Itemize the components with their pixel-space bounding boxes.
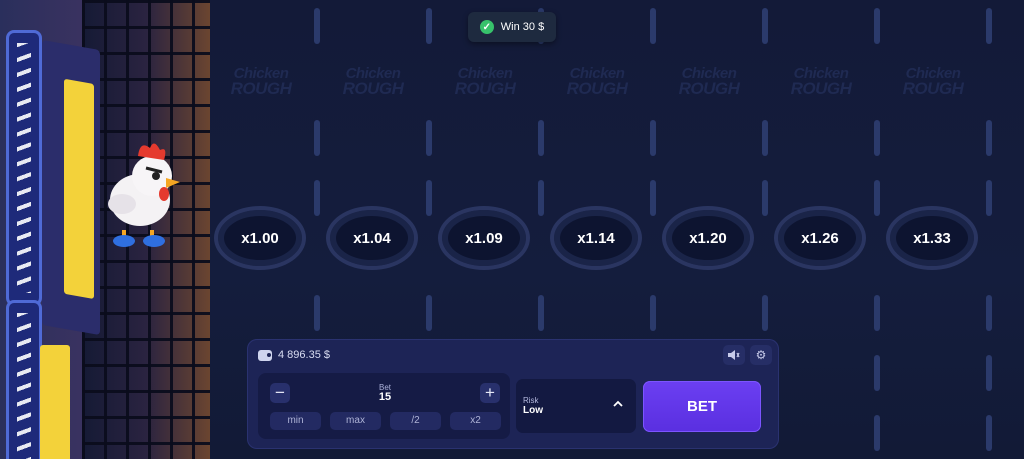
sound-icon: [728, 350, 740, 360]
neon-sign-icon: [6, 30, 42, 306]
manhole-step[interactable]: x1.00: [214, 206, 306, 270]
logo-line-2: ROUGH: [566, 79, 628, 98]
chevron-up-icon[interactable]: [613, 399, 623, 409]
multiplier-label: x1.33: [913, 229, 951, 247]
manhole-step[interactable]: x1.20: [662, 206, 754, 270]
increase-bet-button[interactable]: +: [480, 383, 500, 403]
logo-line-2: ROUGH: [230, 79, 292, 98]
chicken-character-icon: [108, 143, 180, 247]
bet-double-button[interactable]: x2: [450, 412, 501, 430]
risk-value: Low: [523, 405, 543, 416]
logo-line-2: ROUGH: [902, 79, 964, 98]
neon-sign-lower-icon: [6, 300, 42, 459]
game-logo-text: Chicken ROUGH: [765, 66, 877, 98]
bet-max-button[interactable]: max: [330, 412, 381, 430]
manhole-step[interactable]: x1.26: [774, 206, 866, 270]
balance-amount: 4 896.35 $: [278, 349, 330, 361]
lane-divider: [986, 120, 992, 156]
bet-button[interactable]: BET: [643, 381, 761, 432]
lane-divider: [986, 180, 992, 216]
bet-half-button[interactable]: /2: [390, 412, 441, 430]
lane-divider: [986, 415, 992, 451]
multiplier-label: x1.14: [577, 229, 615, 247]
game-stage: Chicken ROUGH x1.00 Chicken ROUGH x1.04 Chicke…: [0, 0, 1024, 459]
balance-display: 4 896.35 $: [258, 346, 330, 364]
check-icon: ✓: [479, 20, 494, 34]
multiplier-label: x1.04: [353, 229, 391, 247]
multiplier-label: x1.09: [465, 229, 503, 247]
lane-divider: [986, 355, 992, 391]
logo-line-2: ROUGH: [678, 79, 740, 98]
settings-button[interactable]: ⚙: [750, 345, 772, 365]
manhole-step[interactable]: x1.09: [438, 206, 530, 270]
sound-button[interactable]: [723, 345, 745, 365]
game-logo-text: Chicken ROUGH: [317, 66, 429, 98]
manhole-step[interactable]: x1.33: [886, 206, 978, 270]
decrease-bet-button[interactable]: −: [270, 383, 290, 403]
lane: Chicken ROUGH x1.26: [765, 0, 880, 459]
risk-label: Risk: [523, 396, 539, 405]
win-toast: ✓ Win 30 $: [468, 12, 556, 42]
bet-value[interactable]: 15: [350, 391, 420, 403]
multiplier-label: x1.20: [689, 229, 727, 247]
lane: Chicken ROUGH x1.33: [877, 0, 992, 459]
multiplier-label: x1.00: [241, 229, 279, 247]
game-logo-text: Chicken ROUGH: [653, 66, 765, 98]
game-logo-text: Chicken ROUGH: [429, 66, 541, 98]
settings-icon: ⚙: [755, 348, 767, 362]
billboard-sign: [42, 39, 100, 336]
multiplier-label: x1.26: [801, 229, 839, 247]
logo-line-2: ROUGH: [454, 79, 516, 98]
logo-line-2: ROUGH: [790, 79, 852, 98]
manhole-step[interactable]: x1.14: [550, 206, 642, 270]
logo-line-2: ROUGH: [342, 79, 404, 98]
game-logo-text: Chicken ROUGH: [877, 66, 989, 98]
lane-divider: [986, 8, 992, 44]
bet-min-button[interactable]: min: [270, 412, 321, 430]
game-logo-text: Chicken ROUGH: [205, 66, 317, 98]
lane-divider: [986, 295, 992, 331]
game-logo-text: Chicken ROUGH: [541, 66, 653, 98]
billboard-sign-lower: [40, 345, 70, 459]
manhole-step[interactable]: x1.04: [326, 206, 418, 270]
wallet-icon: [258, 349, 272, 361]
win-toast-text: Win 30 $: [500, 21, 545, 33]
